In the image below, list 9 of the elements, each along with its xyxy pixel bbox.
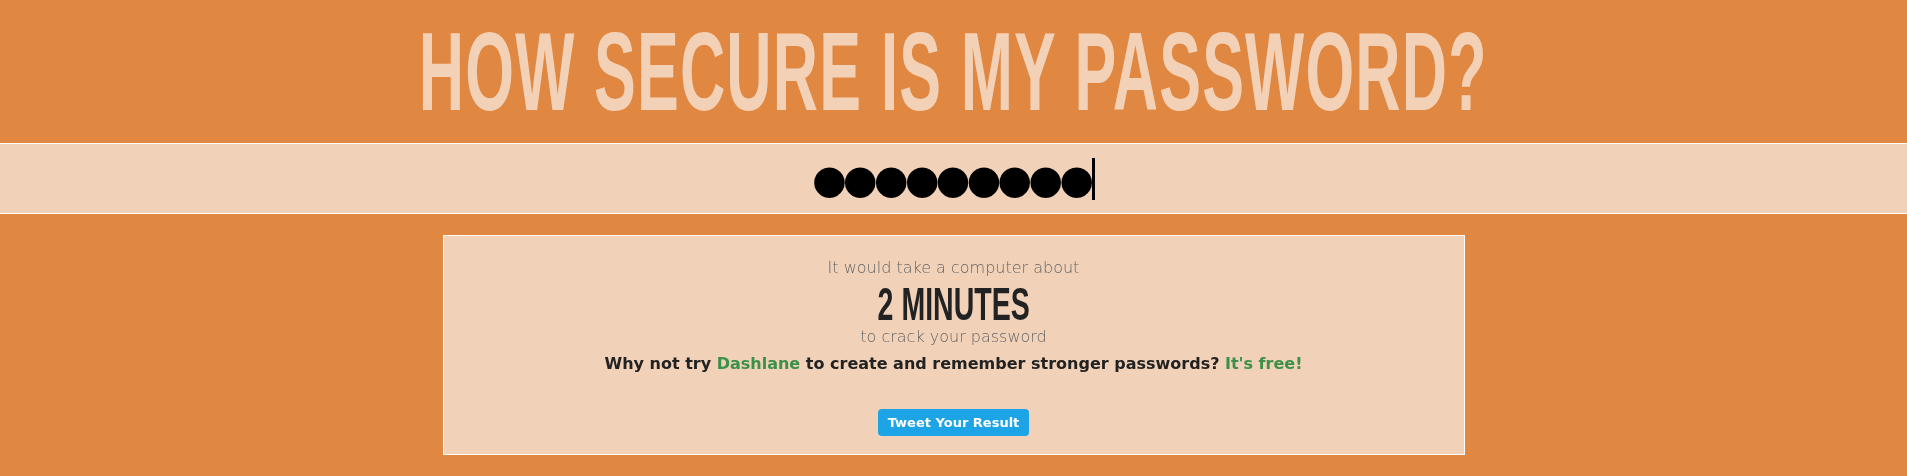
free-link[interactable]: It's free! (1225, 354, 1303, 373)
promo-text: Why not try Dashlane to create and remember stronger passwords? It's free! (604, 354, 1303, 373)
dashlane-link[interactable]: Dashlane (716, 354, 801, 373)
page-title: HOW SECURE IS MY PASSWORD? (419, 8, 1488, 136)
tweet-button[interactable]: Tweet Your Result (877, 409, 1030, 436)
result-outro: to crack your password (860, 327, 1047, 346)
crack-time: 2 MINUTES (877, 281, 1030, 327)
result-intro: It would take a computer about (827, 258, 1080, 277)
password-field[interactable]: ●●●●●●●●● (0, 143, 1907, 214)
